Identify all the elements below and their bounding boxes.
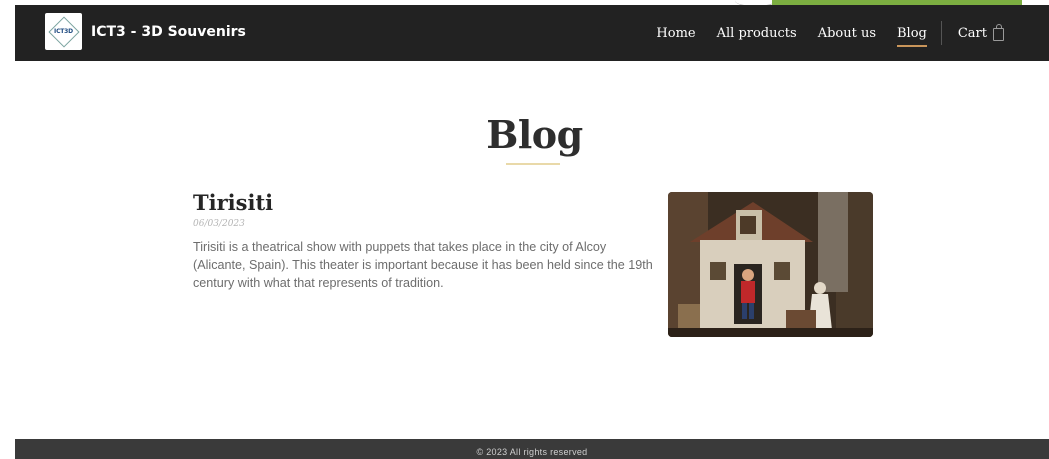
- cart-link[interactable]: Cart: [958, 20, 1004, 47]
- nav-about-us[interactable]: About us: [818, 20, 876, 47]
- post-body: Tirisiti is a theatrical show with puppe…: [193, 240, 653, 290]
- post-image[interactable]: [668, 192, 873, 337]
- post-title[interactable]: Tirisiti: [193, 190, 273, 215]
- shopping-bag-icon[interactable]: [993, 23, 1004, 41]
- page-title: Blog: [486, 112, 583, 157]
- nav-blog[interactable]: Blog: [897, 20, 927, 47]
- nav-home[interactable]: Home: [656, 20, 695, 47]
- nav-divider: [940, 21, 942, 45]
- site-logo: ICT3D: [45, 13, 82, 50]
- brand[interactable]: ICT3D ICT3 - 3D Souvenirs: [45, 13, 246, 50]
- title-underline: [506, 163, 560, 165]
- footer: © 2023 All rights reserved: [15, 439, 1049, 459]
- copyright-text: © 2023 All rights reserved: [476, 447, 588, 457]
- nav-all-products[interactable]: All products: [717, 20, 797, 47]
- brand-name[interactable]: ICT3 - 3D Souvenirs: [91, 24, 246, 40]
- cart-label[interactable]: Cart: [958, 20, 987, 47]
- post-date: 06/03/2023: [193, 219, 245, 229]
- nav-links: Home All products About us Blog Cart: [635, 5, 1004, 61]
- logo-text: ICT3D: [54, 28, 73, 35]
- top-navbar: ICT3D ICT3 - 3D Souvenirs Home All produ…: [15, 5, 1049, 61]
